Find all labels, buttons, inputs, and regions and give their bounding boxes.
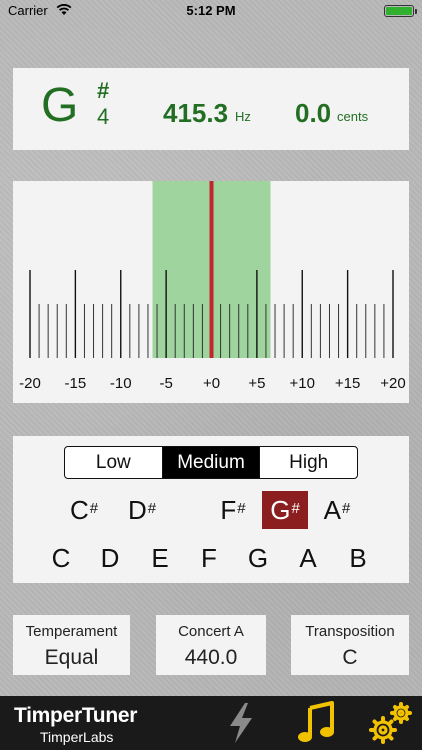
scale-label: +0 — [203, 375, 220, 392]
status-bar: Carrier 5:12 PM — [0, 0, 422, 22]
concert-a-value: 440.0 — [184, 646, 238, 669]
bottom-toolbar: TimperTuner TimperLabs — [0, 696, 422, 750]
scale-label: +5 — [248, 375, 265, 392]
tuning-needle — [209, 181, 214, 358]
temperament-setting[interactable]: Temperament Equal — [13, 615, 130, 675]
concert-a-setting[interactable]: Concert A 440.0 — [156, 615, 266, 675]
status-time: 5:12 PM — [186, 3, 236, 18]
range-medium-button[interactable]: Medium — [162, 447, 261, 478]
cents-unit: cents — [337, 109, 369, 124]
note-key-d[interactable]: D — [92, 540, 128, 576]
gears-icon[interactable] — [368, 700, 414, 746]
battery-icon — [384, 5, 417, 17]
scale-label: +20 — [380, 375, 405, 392]
scale-label: -15 — [65, 375, 87, 392]
detected-note: G — [41, 79, 79, 132]
range-selector: Low Medium High — [64, 446, 358, 479]
transposition-label: Transposition — [305, 623, 395, 640]
scale-label: -5 — [159, 375, 172, 392]
music-note-icon[interactable] — [296, 700, 342, 746]
reading-panel: G # 4 415.3 Hz 0.0 cents — [13, 68, 409, 150]
detected-note-accidental: # — [97, 78, 110, 103]
transposition-value: C — [342, 646, 358, 669]
scale-label: +10 — [290, 375, 315, 392]
lightning-icon[interactable] — [218, 700, 264, 746]
note-selector-panel: Low Medium High C # D # F # G # A # C D E F G… — [13, 436, 409, 583]
developer-name: TimperLabs — [40, 729, 114, 745]
note-key-g[interactable]: G — [240, 540, 276, 576]
range-low-button[interactable]: Low — [65, 447, 163, 478]
temperament-label: Temperament — [25, 623, 118, 640]
note-key-a[interactable]: A — [290, 540, 326, 576]
concert-a-label: Concert A — [178, 623, 244, 640]
cents-value: 0.0 — [295, 98, 332, 128]
frequency-unit: Hz — [235, 109, 251, 124]
meter-scale: -20 -15 -10 -5 +0 +5 +10 +15 +20 — [19, 181, 406, 392]
transposition-setting[interactable]: Transposition C — [291, 615, 409, 675]
note-key-a-sharp[interactable]: A # — [317, 491, 357, 529]
frequency-value: 415.3 — [163, 98, 229, 128]
note-key-b[interactable]: B — [340, 540, 376, 576]
range-high-button[interactable]: High — [260, 447, 357, 478]
detected-note-octave: 4 — [97, 104, 110, 129]
scale-label: -20 — [19, 375, 41, 392]
note-key-e[interactable]: E — [142, 540, 178, 576]
scale-label: -10 — [110, 375, 132, 392]
note-key-f-sharp[interactable]: F # — [213, 491, 253, 529]
scale-label: +15 — [335, 375, 360, 392]
note-key-g-sharp[interactable]: G # — [262, 491, 308, 529]
note-key-f[interactable]: F — [191, 540, 227, 576]
app-name: TimperTuner — [14, 704, 138, 727]
note-key-d-sharp[interactable]: D # — [122, 491, 162, 529]
note-key-c[interactable]: C — [43, 540, 79, 576]
note-key-c-sharp[interactable]: C # — [64, 491, 104, 529]
temperament-value: Equal — [44, 646, 99, 669]
tuning-meter: -20 -15 -10 -5 +0 +5 +10 +15 +20 — [13, 181, 409, 403]
